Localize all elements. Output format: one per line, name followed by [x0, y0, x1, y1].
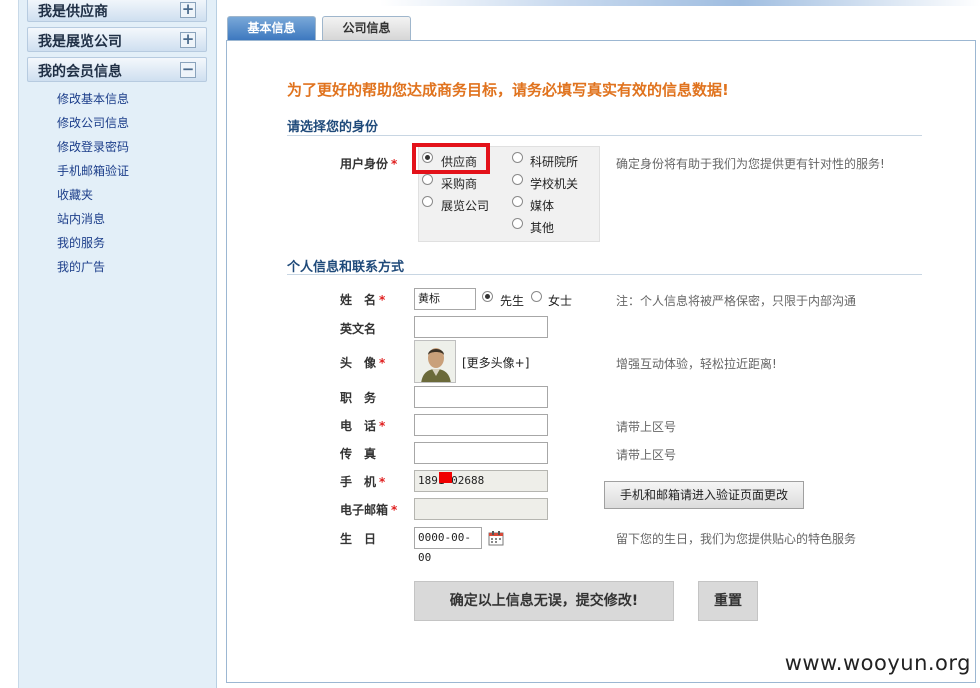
phone-label: 电 话 *: [340, 419, 386, 433]
identity-hint: 确定身份将有助于我们为您提供更有针对性的服务!: [616, 157, 885, 171]
highlight-box: [412, 143, 490, 174]
radio-label: 其他: [530, 221, 555, 235]
avatar-label: 头 像 *: [340, 356, 386, 370]
sidebar-header-supplier[interactable]: 我是供应商 +: [27, 0, 207, 22]
fax-hint: 请带上区号: [616, 448, 677, 462]
radio-label: 先生: [500, 294, 525, 308]
watermark: www.wooyun.org: [784, 651, 971, 675]
name-label: 姓 名 *: [340, 293, 386, 307]
email-label: 电子邮箱 *: [340, 503, 398, 517]
radio-label: 采购商: [441, 177, 478, 191]
section-title-identity: 请选择您的身份: [287, 120, 379, 135]
collapse-icon[interactable]: −: [180, 62, 196, 78]
email-input[interactable]: [414, 498, 548, 520]
radio-exhibition-company[interactable]: [422, 196, 433, 207]
english-name-label: 英文名: [340, 322, 377, 336]
radio-buyer[interactable]: [422, 174, 433, 185]
fax-label: 传 真: [340, 447, 377, 461]
radio-label: 女士: [548, 294, 573, 308]
sidebar-link-edit-basic[interactable]: 修改基本信息: [57, 90, 129, 114]
tab-basic-info[interactable]: 基本信息: [227, 16, 316, 40]
submit-button[interactable]: 确定以上信息无误，提交修改!: [414, 581, 674, 621]
radio-research[interactable]: [512, 152, 523, 163]
phone-input[interactable]: [414, 414, 548, 436]
english-name-input[interactable]: [414, 316, 548, 338]
sidebar-header-label: 我是供应商: [38, 4, 108, 20]
expand-icon[interactable]: +: [180, 32, 196, 48]
verify-page-button[interactable]: 手机和邮箱请进入验证页面更改: [604, 481, 804, 509]
sidebar-header-exhibition[interactable]: 我是展览公司 +: [27, 27, 207, 52]
section-divider: [287, 135, 922, 136]
section-divider: [287, 274, 922, 275]
sidebar-link-verify[interactable]: 手机邮箱验证: [57, 162, 129, 186]
mobile-input[interactable]: 1891 02688: [414, 470, 548, 492]
sidebar-header-label: 我的会员信息: [38, 64, 122, 80]
avatar-person-icon: [415, 341, 455, 382]
radio-male[interactable]: [482, 291, 493, 302]
sidebar-link-services[interactable]: 我的服务: [57, 234, 129, 258]
sidebar-header-label: 我是展览公司: [38, 34, 122, 50]
tab-company-info[interactable]: 公司信息: [322, 16, 411, 40]
redaction-mark: [439, 472, 452, 483]
sidebar-links: 修改基本信息 修改公司信息 修改登录密码 手机邮箱验证 收藏夹 站内消息 我的服…: [57, 90, 129, 282]
calendar-icon[interactable]: [488, 530, 504, 546]
radio-label: 科研院所: [530, 155, 579, 169]
section-title-contact: 个人信息和联系方式: [287, 260, 405, 275]
header-decoration: [380, 0, 980, 6]
radio-other[interactable]: [512, 218, 523, 229]
radio-school[interactable]: [512, 174, 523, 185]
avatar-hint: 增强互动体验，轻松拉近距离!: [616, 357, 777, 371]
sidebar-link-ads[interactable]: 我的广告: [57, 258, 129, 282]
sidebar-header-member-info[interactable]: 我的会员信息 −: [27, 57, 207, 82]
job-title-label: 职 务: [340, 391, 377, 405]
sidebar-link-messages[interactable]: 站内消息: [57, 210, 129, 234]
sidebar-link-edit-company[interactable]: 修改公司信息: [57, 114, 129, 138]
notice-text: 为了更好的帮助您达成商务目标，请务必填写真实有效的信息数据!: [287, 81, 729, 99]
mobile-label: 手 机 *: [340, 475, 386, 489]
radio-female[interactable]: [531, 291, 542, 302]
reset-button[interactable]: 重置: [698, 581, 758, 621]
radio-label: 学校机关: [530, 177, 579, 191]
avatar[interactable]: [414, 340, 456, 383]
radio-media[interactable]: [512, 196, 523, 207]
more-avatars-link[interactable]: [更多头像+]: [462, 354, 529, 371]
expand-icon[interactable]: +: [180, 2, 196, 18]
sidebar-link-edit-password[interactable]: 修改登录密码: [57, 138, 129, 162]
fax-input[interactable]: [414, 442, 548, 464]
radio-label: 媒体: [530, 199, 555, 213]
birthday-input[interactable]: 0000-00-00: [414, 527, 482, 564]
job-title-input[interactable]: [414, 386, 548, 408]
phone-hint: 请带上区号: [616, 420, 677, 434]
birthday-hint: 留下您的生日，我们为您提供贴心的特色服务: [616, 532, 857, 546]
sidebar: 我是供应商 + 我是展览公司 + 我的会员信息 − 修改基本信息 修改公司信息 …: [18, 0, 217, 688]
name-hint: 注：个人信息将被严格保密，只限于内部沟通: [616, 294, 857, 308]
name-input[interactable]: 黄标: [414, 288, 476, 310]
sidebar-link-favorites[interactable]: 收藏夹: [57, 186, 129, 210]
identity-label: 用户身份 *: [340, 157, 398, 171]
radio-label: 展览公司: [441, 199, 490, 213]
birthday-label: 生 日: [340, 532, 377, 546]
